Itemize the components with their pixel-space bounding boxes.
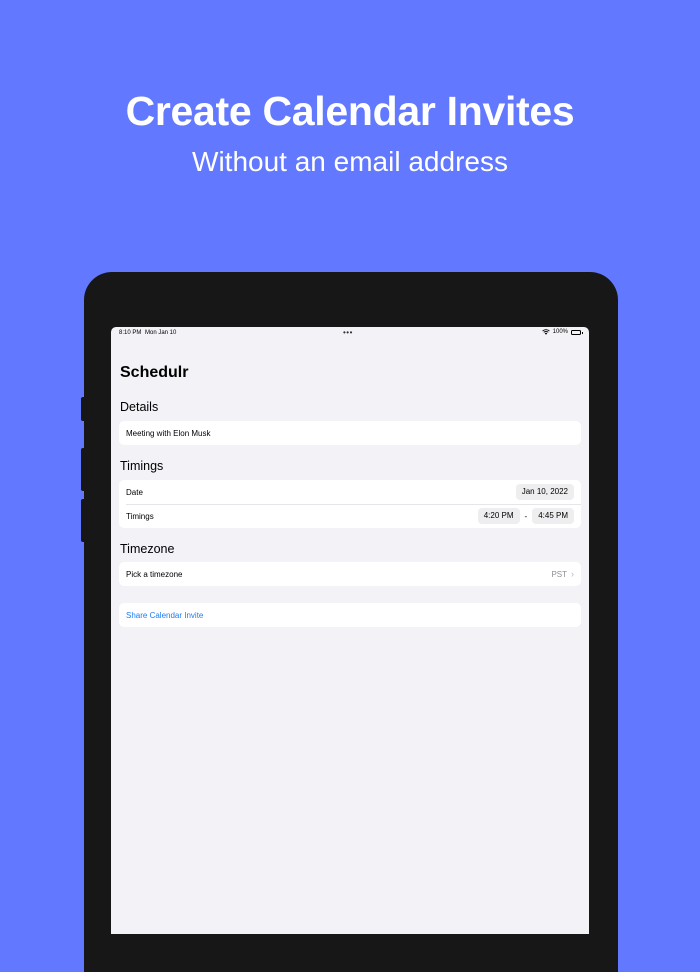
event-name-field[interactable]: Meeting with Elon Musk — [119, 421, 581, 445]
timings-label: Timings — [126, 511, 154, 521]
end-time-picker[interactable]: 4:45 PM — [532, 508, 574, 524]
status-bar: 8:10 PM Mon Jan 10 ••• 100% — [111, 327, 589, 339]
hero-subtitle: Without an email address — [192, 146, 508, 177]
wifi-icon — [541, 329, 550, 335]
event-name-value: Meeting with Elon Musk — [126, 428, 211, 438]
timezone-value: PST — [551, 569, 567, 579]
battery-icon — [571, 329, 583, 335]
share-calendar-invite-button[interactable]: Share Calendar Invite — [119, 603, 581, 627]
section-details-label: Details — [120, 400, 159, 414]
status-time: 8:10 PM — [119, 330, 142, 336]
multitasking-dots-icon[interactable]: ••• — [343, 328, 353, 337]
details-card: Meeting with Elon Musk — [119, 421, 581, 445]
timezone-card: Pick a timezone PST › — [119, 562, 581, 586]
hero-title: Create Calendar Invites — [125, 88, 575, 134]
battery-percent: 100% — [552, 329, 568, 335]
section-timings-label: Timings — [120, 459, 164, 473]
date-row: Date Jan 10, 2022 — [119, 480, 581, 504]
app-title: Schedulr — [120, 364, 189, 381]
share-calendar-invite-label: Share Calendar Invite — [126, 610, 204, 620]
section-timezone-label: Timezone — [120, 542, 175, 556]
timezone-picker-label: Pick a timezone — [126, 569, 183, 579]
share-card: Share Calendar Invite — [119, 603, 581, 627]
timings-card: Date Jan 10, 2022 Timings 4:20 PM - 4:45… — [119, 480, 581, 528]
chevron-right-icon: › — [571, 569, 574, 579]
date-label: Date — [126, 487, 143, 497]
status-date: Mon Jan 10 — [145, 330, 177, 336]
timezone-picker-row[interactable]: Pick a timezone PST › — [119, 562, 581, 586]
status-right: 100% — [541, 329, 583, 335]
app-screen: 8:10 PM Mon Jan 10 ••• 100% Schedulr Det… — [111, 327, 589, 934]
time-separator: - — [524, 511, 528, 521]
timings-row: Timings 4:20 PM - 4:45 PM — [119, 504, 581, 528]
date-picker[interactable]: Jan 10, 2022 — [515, 484, 574, 500]
start-time-picker[interactable]: 4:20 PM — [477, 508, 520, 524]
